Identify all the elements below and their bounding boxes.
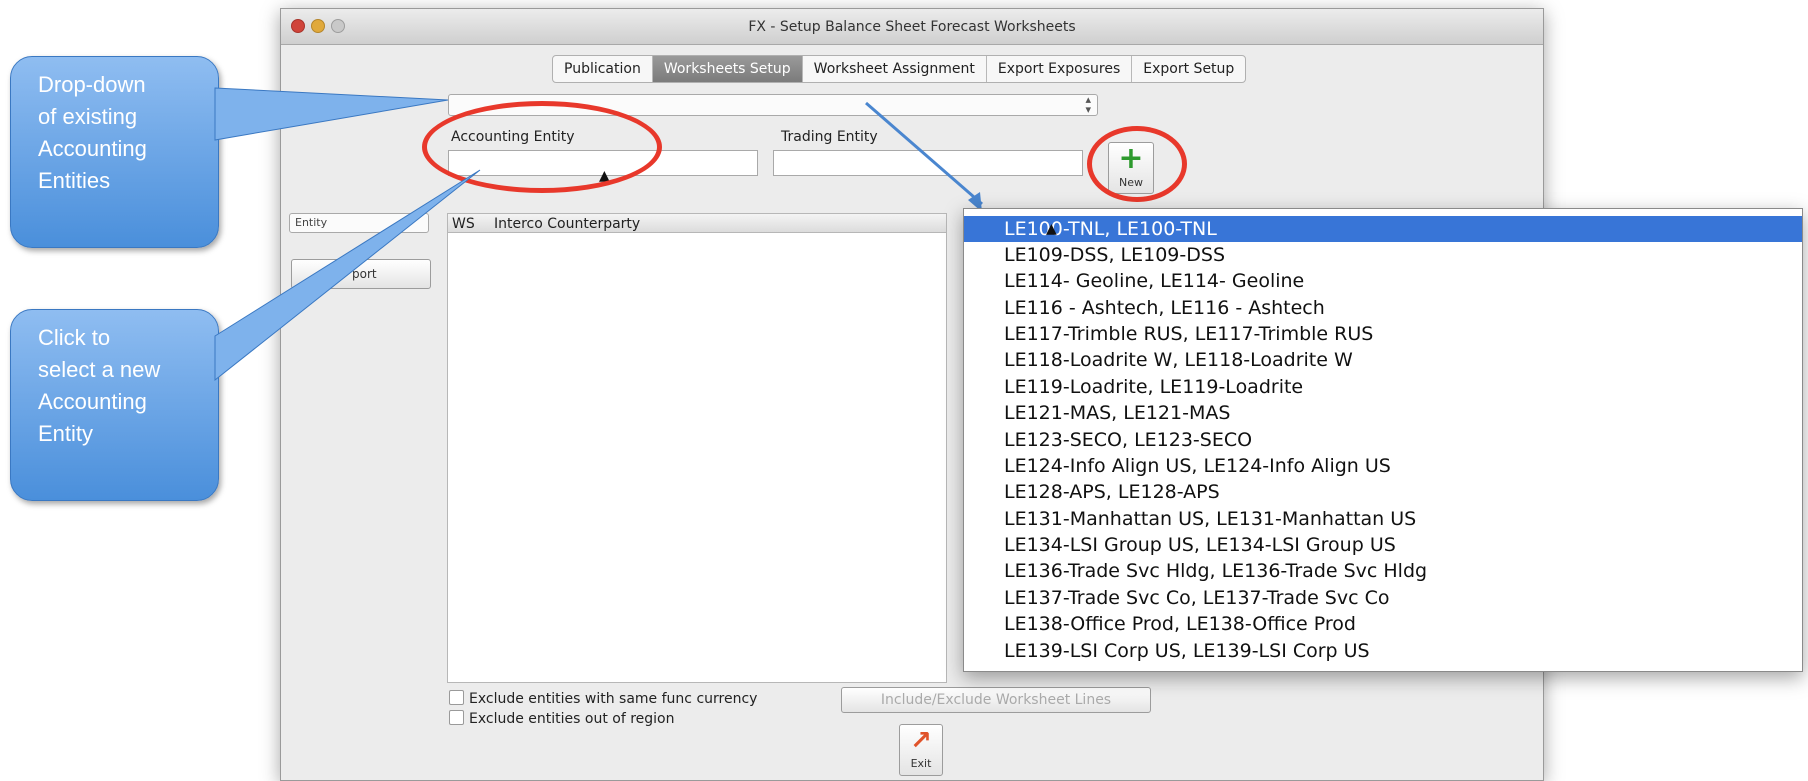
trading-entity-label: Trading Entity <box>781 129 878 145</box>
dropdown-item[interactable]: LE114- Geoline, LE114- Geoline <box>964 268 1802 294</box>
highlight-ring-accounting-entity <box>422 101 662 193</box>
callout-line: select a new <box>38 357 161 382</box>
sidebar-entity-popup[interactable]: Entity <box>289 213 429 233</box>
accounting-entity-dropdown-list[interactable]: LE100-TNL, LE100-TNL LE109-DSS, LE109-DS… <box>963 208 1803 672</box>
column-ws[interactable]: WS <box>452 215 475 233</box>
sidebar-import-button[interactable]: port <box>291 259 431 289</box>
dropdown-item[interactable]: LE137-Trade Svc Co, LE137-Trade Svc Co <box>964 585 1802 611</box>
tab-publication[interactable]: Publication <box>553 56 653 82</box>
mouse-pointer-icon: ▲ <box>1046 221 1057 237</box>
dropdown-item[interactable]: LE117-Trimble RUS, LE117-Trimble RUS <box>964 321 1802 347</box>
worksheet-list[interactable] <box>447 213 947 683</box>
dropdown-item[interactable]: LE131-Manhattan US, LE131-Manhattan US <box>964 506 1802 532</box>
dropdown-item[interactable]: LE139-LSI Corp US, LE139-LSI Corp US <box>964 638 1802 664</box>
callout-line: Accounting <box>38 389 147 414</box>
sidebar-button-label: port <box>352 267 377 281</box>
callout-line: Entities <box>38 168 111 193</box>
sidebar-popup-value: Entity <box>295 216 328 229</box>
exit-arrow-icon: ↗ <box>910 726 932 756</box>
worksheet-list-header: WS Interco Counterparty <box>447 213 947 233</box>
exit-button[interactable]: ↗ Exit <box>899 724 943 776</box>
highlight-ring-new-button <box>1087 126 1187 202</box>
window-title: FX - Setup Balance Sheet Forecast Worksh… <box>748 19 1076 35</box>
column-interco-counterparty[interactable]: Interco Counterparty <box>494 215 640 233</box>
callout-dropdown-note: Drop-down of existing Accounting Entitie… <box>10 56 219 248</box>
checkbox-box[interactable] <box>449 710 464 725</box>
tab-worksheets-setup[interactable]: Worksheets Setup <box>652 56 803 82</box>
callout-line: of existing <box>38 104 138 129</box>
stepper-arrows-icon: ▴ ▾ <box>1085 93 1091 116</box>
dropdown-item[interactable]: LE128-APS, LE128-APS <box>964 479 1802 505</box>
tab-bar: Publication Worksheets Setup Worksheet A… <box>552 55 1247 83</box>
dropdown-item[interactable]: LE134-LSI Group US, LE134-LSI Group US <box>964 532 1802 558</box>
checkbox-label: Exclude entities out of region <box>469 711 675 727</box>
dropdown-item[interactable]: LE118-Loadrite W, LE118-Loadrite W <box>964 347 1802 373</box>
callout-line: Click to <box>38 325 111 350</box>
checkbox-box[interactable] <box>449 690 464 705</box>
dropdown-item[interactable]: LE100-TNL, LE100-TNL <box>964 216 1802 242</box>
dropdown-item[interactable]: LE119-Loadrite, LE119-Loadrite <box>964 374 1802 400</box>
dropdown-item[interactable]: LE138-Office Prod, LE138-Office Prod <box>964 611 1802 637</box>
callout-line: Accounting <box>38 136 147 161</box>
checkbox-label: Exclude entities with same func currency <box>469 691 758 707</box>
tab-export-setup[interactable]: Export Setup <box>1132 56 1245 82</box>
trading-entity-field[interactable] <box>773 150 1083 176</box>
dropdown-item[interactable]: LE121-MAS, LE121-MAS <box>964 400 1802 426</box>
dropdown-item[interactable]: LE136-Trade Svc Hldg, LE136-Trade Svc Hl… <box>964 558 1802 584</box>
exclude-out-of-region-checkbox[interactable]: Exclude entities out of region <box>449 709 675 729</box>
tab-worksheet-assignment[interactable]: Worksheet Assignment <box>803 56 987 82</box>
tab-export-exposures[interactable]: Export Exposures <box>987 56 1133 82</box>
dropdown-item[interactable]: LE123-SECO, LE123-SECO <box>964 427 1802 453</box>
callout-line: Drop-down <box>38 72 146 97</box>
exit-button-label: Exit <box>910 757 932 770</box>
dropdown-item[interactable]: LE124-Info Align US, LE124-Info Align US <box>964 453 1802 479</box>
dropdown-item[interactable]: LE116 - Ashtech, LE116 - Ashtech <box>964 295 1802 321</box>
dropdown-item[interactable]: LE109-DSS, LE109-DSS <box>964 242 1802 268</box>
include-exclude-button[interactable]: Include/Exclude Worksheet Lines <box>841 687 1151 713</box>
callout-select-note: Click to select a new Accounting Entity <box>10 309 219 501</box>
callout-line: Entity <box>38 421 94 446</box>
exclude-same-currency-checkbox[interactable]: Exclude entities with same func currency <box>449 689 757 709</box>
